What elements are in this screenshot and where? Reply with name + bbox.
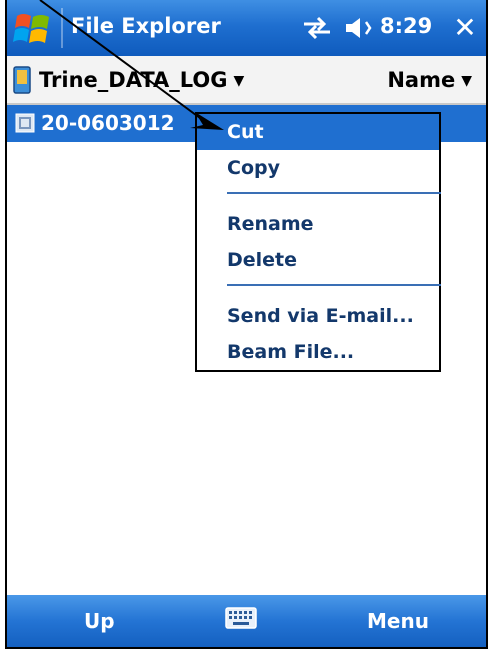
sort-label: Name xyxy=(387,68,456,92)
app-title: File Explorer xyxy=(71,14,221,38)
file-icon xyxy=(15,113,35,133)
windows-start-icon[interactable] xyxy=(13,10,53,48)
menu-item-copy[interactable]: Copy xyxy=(197,150,439,186)
menu-item-delete[interactable]: Delete xyxy=(197,242,439,278)
menu-item-rename[interactable]: Rename xyxy=(197,206,439,242)
clock[interactable]: 8:29 xyxy=(380,14,432,38)
up-softkey[interactable]: Up xyxy=(84,609,115,633)
folder-name: Trine_DATA_LOG xyxy=(39,68,228,92)
softkey-bar: Up Menu xyxy=(7,595,486,647)
close-button[interactable]: ✕ xyxy=(449,12,481,44)
chevron-down-icon: ▼ xyxy=(233,73,245,89)
menu-item-send-email[interactable]: Send via E-mail... xyxy=(197,298,439,334)
storage-card-icon xyxy=(13,66,31,94)
title-separator xyxy=(61,8,63,48)
menu-item-cut[interactable]: Cut xyxy=(197,114,439,150)
file-name: 20-0603012 xyxy=(41,111,175,135)
volume-icon[interactable] xyxy=(342,14,374,42)
menu-softkey[interactable]: Menu xyxy=(367,609,429,633)
device-screen: File Explorer 8:29 ✕ Trine_DATA_LOG ▼ Nam… xyxy=(5,0,488,649)
title-bar: File Explorer 8:29 ✕ xyxy=(7,0,486,56)
folder-dropdown[interactable]: Trine_DATA_LOG ▼ xyxy=(39,68,244,92)
connectivity-icon[interactable] xyxy=(300,14,334,42)
keyboard-icon[interactable] xyxy=(225,607,257,629)
menu-item-beam-file[interactable]: Beam File... xyxy=(197,334,439,370)
menu-separator xyxy=(227,192,441,194)
menu-separator xyxy=(227,284,441,286)
folder-header: Trine_DATA_LOG ▼ Name ▼ xyxy=(7,56,486,105)
chevron-down-icon: ▼ xyxy=(461,73,472,89)
context-menu: Cut Copy Rename Delete Send via E-mail..… xyxy=(195,112,441,372)
sort-dropdown[interactable]: Name ▼ xyxy=(387,68,472,92)
